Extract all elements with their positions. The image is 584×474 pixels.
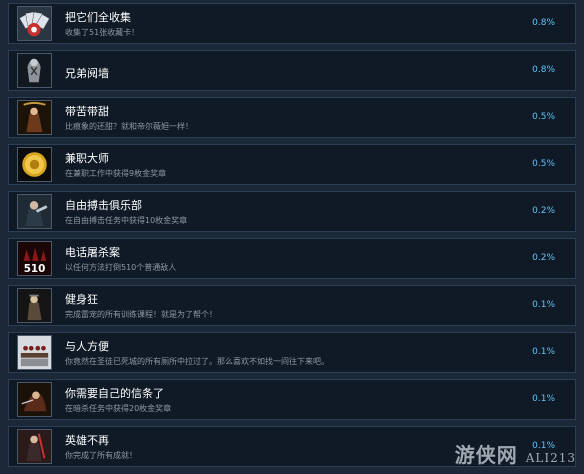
achievement-title: 兼职大师 xyxy=(65,152,109,165)
achievement-description: 你竟然在圣徒已死城的所有厕所中拉过了。那么喜欢不如找一间往下来吧。 xyxy=(65,357,329,366)
achievement-description: 收集了51张收藏卡！ xyxy=(65,28,140,37)
achievement-description: 以任何方法打倒510个普通敌人 xyxy=(65,263,177,272)
achievement-title: 健身狂 xyxy=(65,293,98,306)
achievement-description: 比痕象的还甜？就和帝尔薇妲一样！ xyxy=(65,122,193,131)
achievement-title: 电话屠杀案 xyxy=(65,246,120,259)
fight-club-icon xyxy=(17,194,52,229)
achievement-row[interactable]: 带苦带甜 比痕象的还甜？就和帝尔薇妲一样！ 0.5% xyxy=(8,97,576,138)
no-more-heroes-icon xyxy=(17,429,52,464)
achievement-row[interactable]: 把它们全收集 收集了51张收藏卡！ 0.8% xyxy=(8,3,576,44)
achievement-title: 带苦带甜 xyxy=(65,105,109,118)
watermark-main: 游侠网 xyxy=(454,443,518,467)
achievement-percent: 0.1% xyxy=(532,347,555,357)
creed-icon xyxy=(17,382,52,417)
achievement-percent: 0.2% xyxy=(532,206,555,216)
collection-card-icon xyxy=(17,6,52,41)
achievement-percent: 0.2% xyxy=(532,253,555,263)
achievement-row[interactable]: 510 电话屠杀案 以任何方法打倒510个普通敌人 0.2% xyxy=(8,238,576,279)
achievement-row[interactable]: 你需要自己的信条了 在暗杀任务中获得20枚金奖章 0.1% xyxy=(8,379,576,420)
achievement-row[interactable]: 兼职大师 在兼职工作中获得9枚金奖章 0.5% xyxy=(8,144,576,185)
achievement-row[interactable]: 兄弟阋墙 0.8% xyxy=(8,50,576,91)
achievement-description: 你完成了所有成就！ xyxy=(65,451,137,460)
achievement-list: 把它们全收集 收集了51张收藏卡！ 0.8% 兄弟阋墙 0.8% 带苦带甜 比痕… xyxy=(0,0,584,474)
achievement-percent: 0.8% xyxy=(532,18,555,28)
achievement-percent: 0.8% xyxy=(532,65,555,75)
watermark: 游侠网 ALI213 xyxy=(455,439,576,468)
achievement-description: 在自由搏击任务中获得10枚金奖章 xyxy=(65,216,188,225)
achievement-row[interactable]: 自由搏击俱乐部 在自由搏击任务中获得10枚金奖章 0.2% xyxy=(8,191,576,232)
achievement-percent: 0.5% xyxy=(532,112,555,122)
achievement-title: 自由搏击俱乐部 xyxy=(65,199,142,212)
achievement-description: 在暗杀任务中获得20枚金奖章 xyxy=(65,404,172,413)
bittersweet-icon xyxy=(17,100,52,135)
achievement-percent: 0.5% xyxy=(532,159,555,169)
gold-medal-icon xyxy=(17,147,52,182)
achievement-title: 兄弟阋墙 xyxy=(65,67,109,80)
svg-text:510: 510 xyxy=(24,263,46,275)
achievement-row[interactable]: 与人方便 你竟然在圣徒已死城的所有厕所中拉过了。那么喜欢不如找一间往下来吧。 0… xyxy=(8,332,576,373)
watermark-sub: ALI213 xyxy=(525,451,576,465)
achievement-percent: 0.1% xyxy=(532,394,555,404)
achievement-row[interactable]: 健身狂 完成雷宠的所有训练课程！就是为了帮个！ 0.1% xyxy=(8,285,576,326)
achievement-title: 与人方便 xyxy=(65,340,109,353)
achievement-title: 你需要自己的信条了 xyxy=(65,387,164,400)
achievement-description: 完成雷宠的所有训练课程！就是为了帮个！ xyxy=(65,310,217,319)
510-icon: 510 xyxy=(17,241,52,276)
achievement-title: 把它们全收集 xyxy=(65,11,131,24)
brothers-icon xyxy=(17,53,52,88)
achievement-percent: 0.1% xyxy=(532,300,555,310)
achievement-title: 英雄不再 xyxy=(65,434,109,447)
fitness-icon xyxy=(17,288,52,323)
achievement-description: 在兼职工作中获得9枚金奖章 xyxy=(65,169,167,178)
restroom-icon xyxy=(17,335,52,370)
